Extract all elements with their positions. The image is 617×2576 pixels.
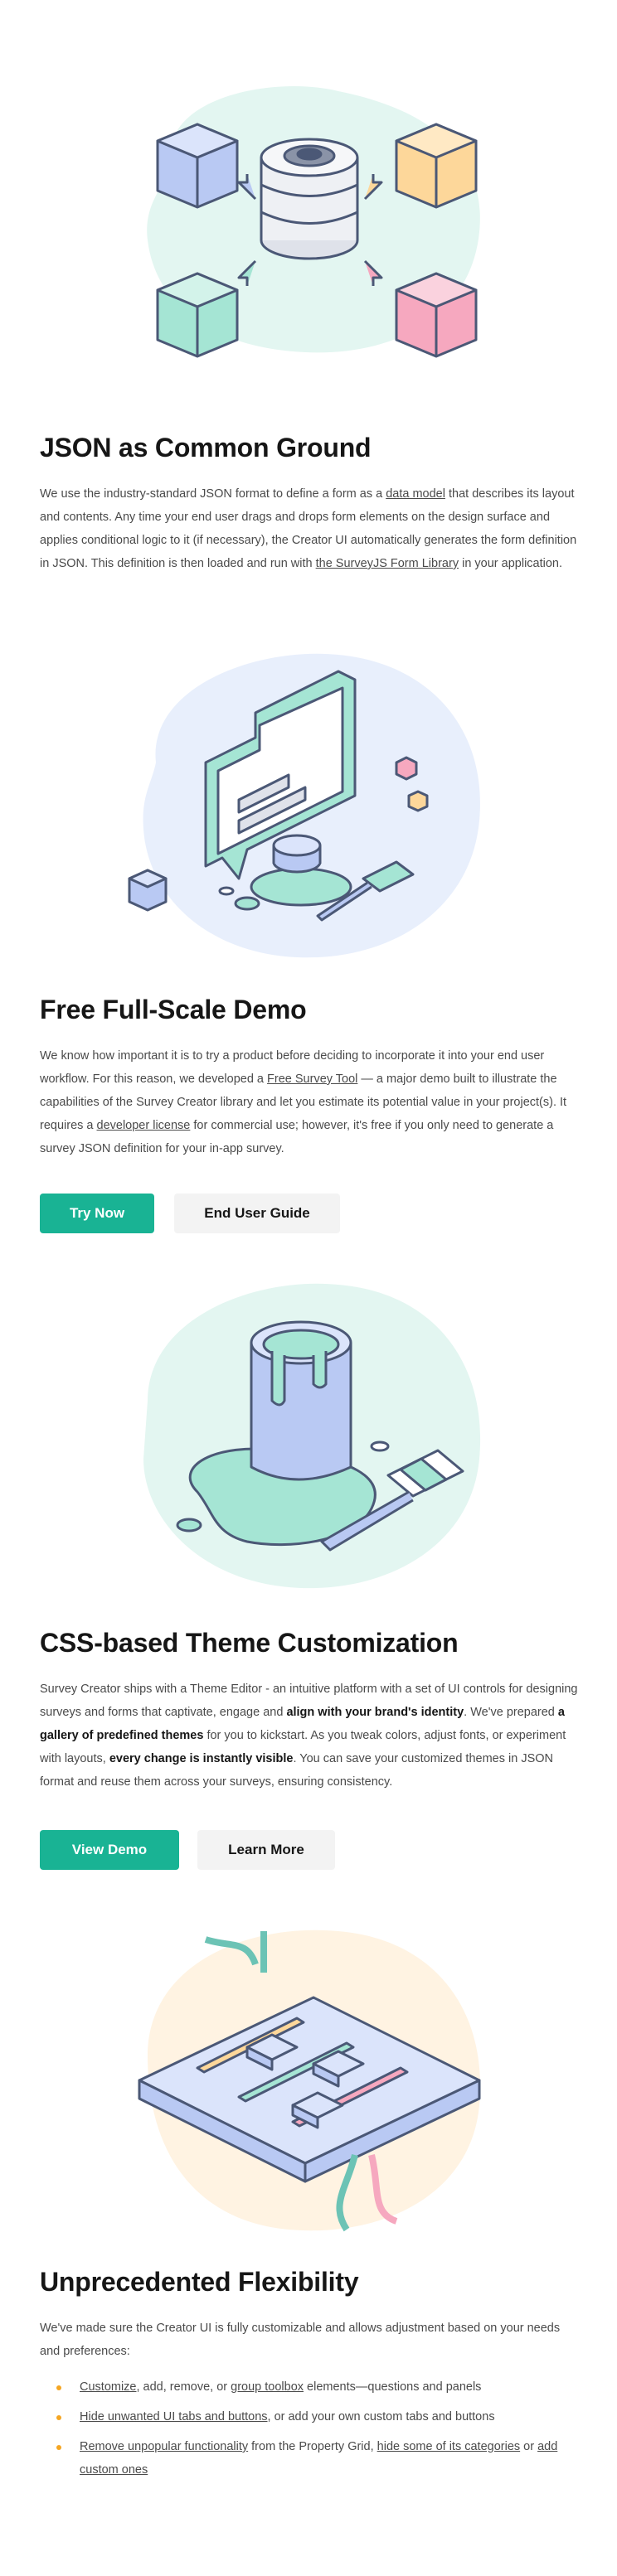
text-fragment: from the Property Grid, — [248, 2440, 377, 2453]
learn-more-button[interactable]: Learn More — [197, 1830, 335, 1870]
list-item: Customize, add, remove, or group toolbox… — [40, 2375, 581, 2399]
list-item: Remove unpopular functionality from the … — [40, 2435, 581, 2482]
developer-license-link[interactable]: developer license — [97, 1119, 191, 1132]
demo-section-text: We know how important it is to try a pro… — [40, 1044, 581, 1160]
paint-bucket-illustration — [143, 1283, 481, 1589]
text-fragment: or — [520, 2440, 538, 2453]
try-now-button[interactable]: Try Now — [40, 1194, 154, 1233]
list-item: Hide unwanted UI tabs and buttons, or ad… — [40, 2405, 581, 2428]
form-library-link[interactable]: the SurveyJS Form Library — [316, 557, 459, 570]
emphasis-text: every change is instantly visible — [109, 1752, 294, 1765]
sliders-board-illustration — [138, 1930, 481, 2232]
remove-functionality-link[interactable]: Remove unpopular functionality — [80, 2440, 248, 2453]
text-fragment: elements—questions and panels — [304, 2380, 482, 2394]
hide-categories-link[interactable]: hide some of its categories — [377, 2440, 520, 2453]
json-section-title: JSON as Common Ground — [40, 433, 372, 462]
emphasis-text: align with your brand's identity — [286, 1706, 464, 1719]
flex-section-intro: We've made sure the Creator UI is fully … — [40, 2322, 561, 2358]
customize-link[interactable]: Customize — [80, 2380, 137, 2394]
text-fragment: , add, remove, or — [136, 2380, 231, 2394]
view-demo-button[interactable]: View Demo — [40, 1830, 179, 1870]
page: JSON as Common Ground We use the industr… — [0, 0, 617, 2576]
end-user-guide-button[interactable]: End User Guide — [174, 1194, 340, 1233]
text-fragment: , or add your own custom tabs and button… — [267, 2410, 495, 2423]
theme-section-text: Survey Creator ships with a Theme Editor… — [40, 1678, 581, 1794]
free-survey-tool-link[interactable]: Free Survey Tool — [267, 1073, 357, 1086]
group-toolbox-link[interactable]: group toolbox — [231, 2380, 304, 2394]
theme-section-title: CSS-based Theme Customization — [40, 1628, 459, 1658]
text-fragment: in your application. — [459, 557, 563, 570]
creator-canvas-illustration — [128, 653, 480, 958]
data-model-link[interactable]: data model — [386, 487, 445, 501]
database-cubes-illustration — [147, 86, 480, 358]
demo-section-title: Free Full-Scale Demo — [40, 995, 307, 1024]
json-section-text: We use the industry-standard JSON format… — [40, 482, 581, 575]
text-fragment: . We've prepared — [464, 1706, 558, 1719]
flex-feature-list: Customize, add, remove, or group toolbox… — [40, 2375, 581, 2488]
flex-section-title: Unprecedented Flexibility — [40, 2267, 359, 2297]
hide-tabs-link[interactable]: Hide unwanted UI tabs and buttons — [80, 2410, 268, 2423]
text-fragment: We use the industry-standard JSON format… — [40, 487, 386, 501]
